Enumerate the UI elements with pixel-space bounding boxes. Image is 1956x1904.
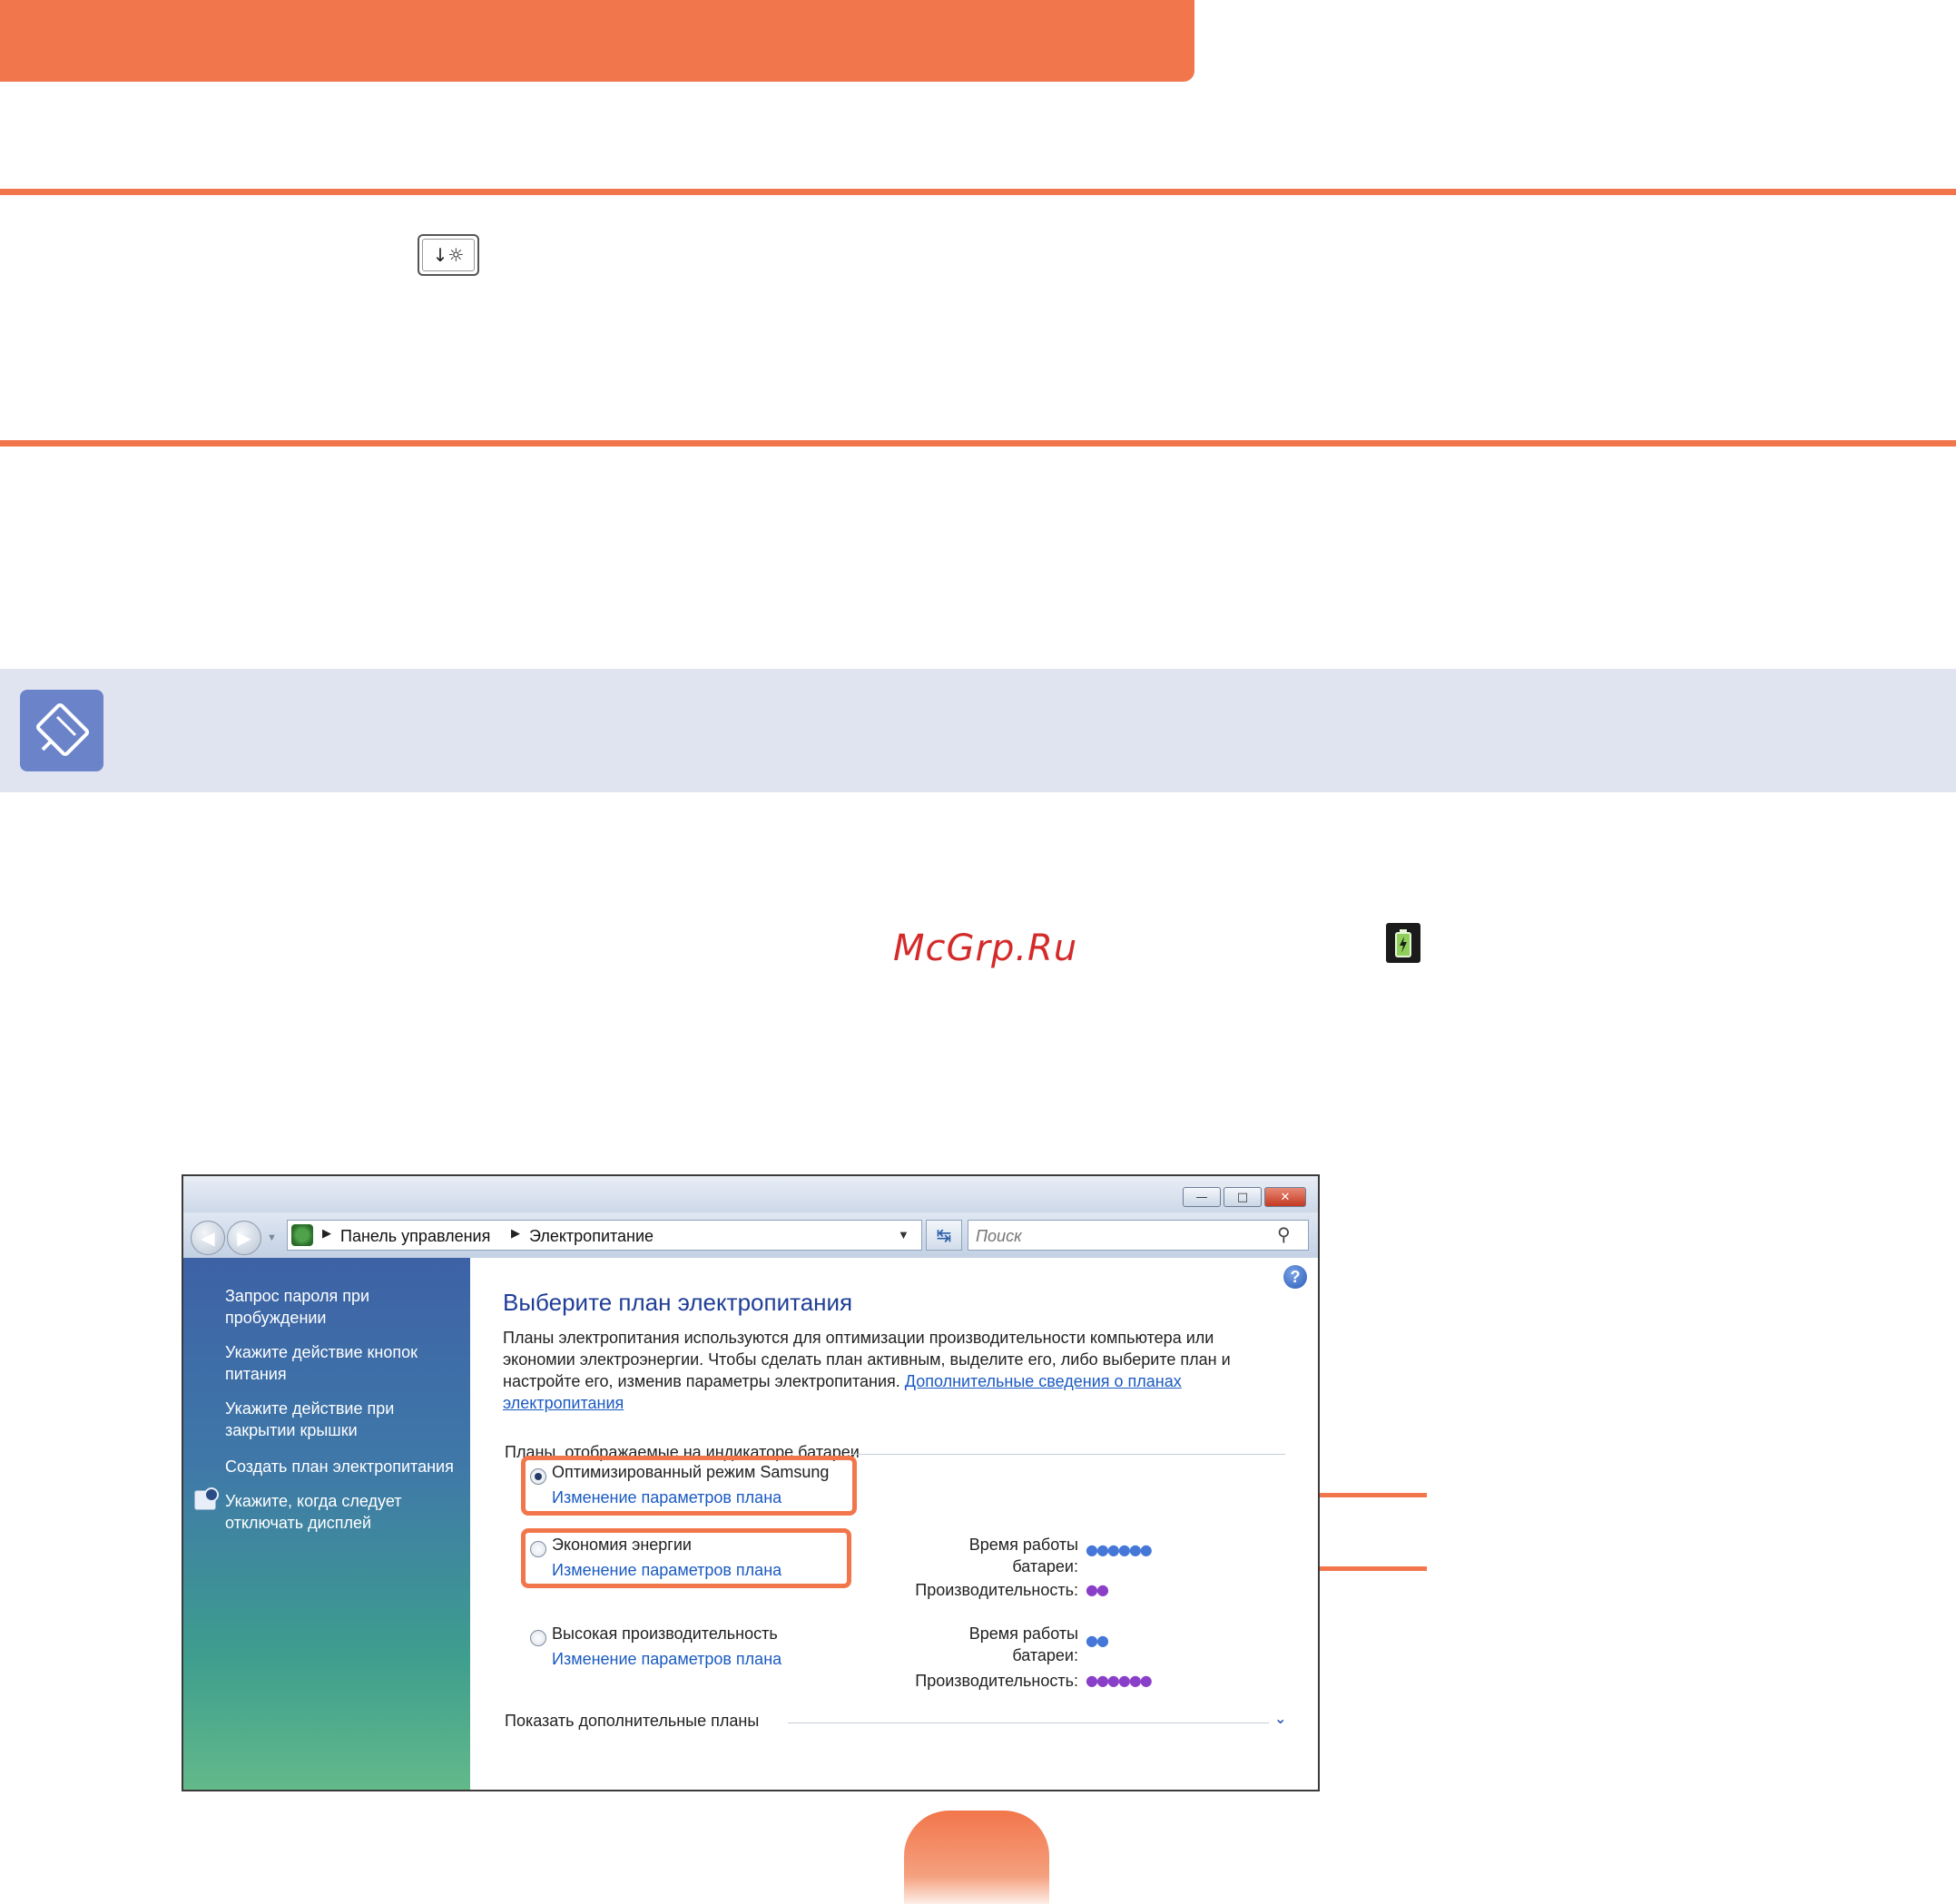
top-banner <box>0 0 1194 82</box>
note-band <box>0 669 1956 792</box>
sidebar-link-power-buttons[interactable]: Укажите действие кнопок питания <box>225 1341 466 1385</box>
task-sidebar: Запрос пароля при пробуждении Укажите де… <box>183 1258 470 1790</box>
search-box[interactable]: ⚲ <box>968 1220 1309 1251</box>
note-pencil-icon <box>20 690 103 771</box>
performance-label-high-performance: Производительность: <box>915 1672 1078 1690</box>
battery-tray-icon <box>1386 923 1420 963</box>
search-input[interactable] <box>974 1224 1268 1248</box>
address-dropdown-icon[interactable]: ▼ <box>898 1228 909 1242</box>
section-rule-top <box>0 189 1956 195</box>
main-content: ? Выберите план электропитания Планы эле… <box>470 1258 1318 1790</box>
more-plans-divider <box>788 1722 1269 1723</box>
sidebar-link-lid-close[interactable]: Укажите действие при закрытии крышки <box>225 1398 466 1441</box>
section-divider <box>851 1454 1285 1455</box>
minimize-button[interactable]: — <box>1183 1187 1221 1207</box>
keyboard-key-icon: ↓☼ <box>418 234 479 276</box>
back-button[interactable]: ◀ <box>191 1221 225 1255</box>
title-bar: — □ ✕ <box>183 1176 1318 1212</box>
control-panel-icon <box>291 1224 313 1246</box>
page-title: Выберите план электропитания <box>503 1289 853 1316</box>
highlight-box-economy <box>521 1528 851 1588</box>
crumb-separator-icon: ▶ <box>322 1226 331 1240</box>
battery-rating-high-performance: ●● <box>1086 1632 1109 1649</box>
search-icon[interactable]: ⚲ <box>1277 1223 1291 1245</box>
navigation-bar: ◀ ▶ ▼ ▶ Панель управления ▶ Электропитан… <box>183 1212 1318 1258</box>
display-timer-icon <box>194 1487 219 1510</box>
performance-label-economy: Производительность: <box>915 1581 1078 1599</box>
close-button[interactable]: ✕ <box>1264 1187 1306 1207</box>
page-number-tab <box>904 1811 1049 1904</box>
sidebar-link-wake-password[interactable]: Запрос пароля при пробуждении <box>225 1285 466 1329</box>
page-description: Планы электропитания используются для оп… <box>503 1327 1274 1414</box>
watermark: McGrp.Ru <box>893 927 1078 969</box>
battery-time-label-economy: Время работы батареи: <box>968 1536 1078 1575</box>
crumb-separator-icon: ▶ <box>511 1226 520 1240</box>
plan-name-high-performance[interactable]: Высокая производительность <box>552 1624 778 1644</box>
power-options-window: — □ ✕ ◀ ▶ ▼ ▶ Панель управления ▶ Электр… <box>182 1174 1320 1791</box>
battery-rating-economy: ●●●●●● <box>1086 1541 1153 1558</box>
help-icon[interactable]: ? <box>1283 1265 1307 1289</box>
highlight-box-samsung <box>521 1456 857 1516</box>
breadcrumb-power-options[interactable]: Электропитание <box>529 1227 654 1246</box>
performance-rating-economy: ●● <box>1086 1581 1109 1598</box>
chevron-down-icon[interactable]: ⌄ <box>1274 1710 1286 1727</box>
breadcrumb-control-panel[interactable]: Панель управления <box>340 1227 490 1246</box>
history-dropdown-icon[interactable]: ▼ <box>267 1232 277 1243</box>
sidebar-link-display-off[interactable]: Укажите, когда следует отключать дисплей <box>225 1490 466 1534</box>
battery-time-label-high-performance: Время работы батареи: <box>968 1624 1078 1664</box>
plan-settings-link-high-performance[interactable]: Изменение параметров плана <box>552 1650 781 1669</box>
section-rule-bottom <box>0 440 1956 447</box>
show-more-plans-label[interactable]: Показать дополнительные планы <box>505 1712 759 1731</box>
plan-radio-high-performance[interactable] <box>530 1630 546 1646</box>
forward-button[interactable]: ▶ <box>227 1221 261 1255</box>
refresh-icon[interactable]: ↹ <box>926 1220 962 1251</box>
performance-rating-high-performance: ●●●●●● <box>1086 1672 1153 1689</box>
sidebar-link-create-plan[interactable]: Создать план электропитания <box>225 1456 466 1477</box>
address-bar[interactable]: ▶ Панель управления ▶ Электропитание ▼ <box>287 1220 922 1251</box>
maximize-button[interactable]: □ <box>1224 1187 1262 1207</box>
